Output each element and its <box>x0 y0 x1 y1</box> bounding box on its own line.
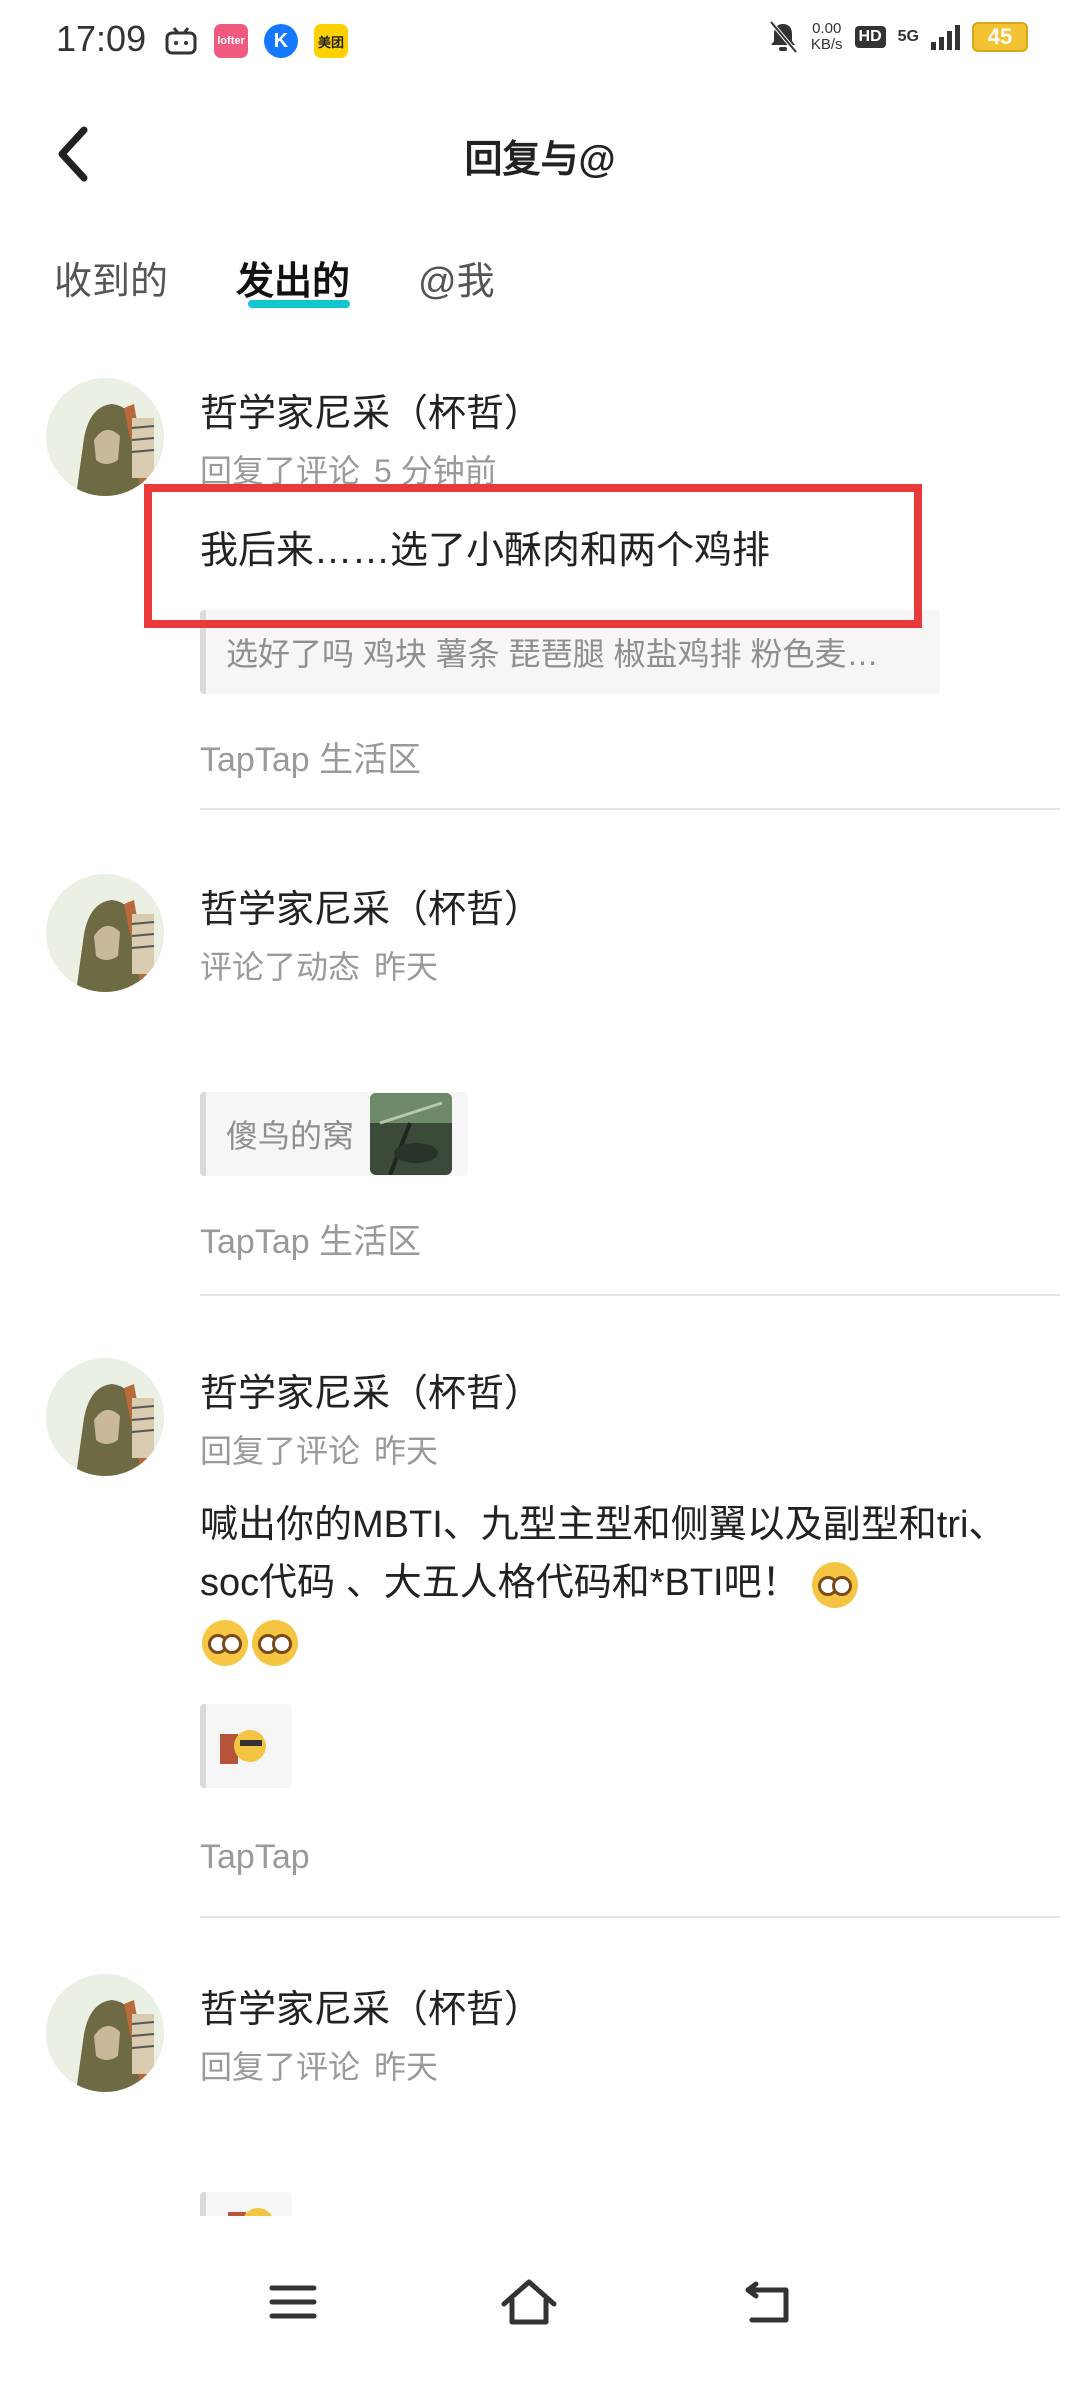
status-bar: 17:09 lofter K 美团 0.00 KB/s HD 5G 45 <box>0 0 1080 84</box>
status-time: 17:09 <box>56 18 147 59</box>
back-nav-icon <box>745 2281 789 2323</box>
avatar[interactable] <box>46 874 164 992</box>
tab-mentions[interactable]: @我 <box>418 250 495 305</box>
divider <box>200 808 1060 810</box>
item-meta: 回复了评论 昨天 <box>200 1433 439 1469</box>
quoted-sticker[interactable] <box>200 1704 292 1788</box>
hd-badge: HD <box>854 26 886 48</box>
home-button[interactable] <box>494 2272 564 2332</box>
post-thumbnail <box>370 1093 453 1175</box>
net-speed: 0.00 KB/s <box>810 20 843 53</box>
network-type: 5G <box>897 28 919 45</box>
tab-sent[interactable]: 发出的 <box>236 250 350 305</box>
emoji-icon <box>252 1619 298 1666</box>
username[interactable]: 哲学家尼采（杯哲） <box>200 878 542 933</box>
page-title: 回复与@ <box>464 139 616 181</box>
status-right: 0.00 KB/s HD 5G 45 <box>767 20 1028 54</box>
menu-button[interactable] <box>258 2272 328 2332</box>
source-label[interactable]: TapTap <box>200 1838 310 1877</box>
tab-received[interactable]: 收到的 <box>54 250 168 305</box>
meituan-icon: 美团 <box>314 24 348 58</box>
tab-active-indicator <box>248 300 350 308</box>
system-nav-bar <box>0 2216 1080 2388</box>
username[interactable]: 哲学家尼采（杯哲） <box>200 1978 542 2033</box>
divider <box>200 1916 1060 1918</box>
tab-bar: 收到的 发出的 @我 <box>0 250 1080 320</box>
avatar[interactable] <box>46 378 164 496</box>
reply-text: 喊出你的MBTI、九型主型和侧翼以及副型和tri、soc代码 、大五人格代码和*… <box>200 1496 1020 1670</box>
battery-icon: 45 <box>972 22 1028 52</box>
back-nav-button[interactable] <box>732 2272 802 2332</box>
bell-muted-icon <box>769 20 798 54</box>
avatar[interactable] <box>46 1974 164 2092</box>
highlight-box <box>144 484 922 628</box>
notification-icons: lofter K 美团 <box>164 24 348 58</box>
kugou-icon: K <box>264 24 298 58</box>
avatar[interactable] <box>46 1358 164 1476</box>
item-meta: 回复了评论 昨天 <box>200 2049 439 2085</box>
header: 回复与@ <box>0 100 1080 210</box>
home-icon <box>501 2279 557 2325</box>
quoted-post[interactable]: 傻鸟的窝 <box>200 1092 468 1176</box>
menu-icon <box>269 2285 317 2319</box>
emoji-icon <box>812 1561 859 1608</box>
sticker-icon <box>220 1730 266 1764</box>
bilibili-icon <box>164 24 198 58</box>
source-label[interactable]: TapTap 生活区 <box>200 1214 421 1263</box>
item-meta: 评论了动态 昨天 <box>200 949 439 985</box>
divider <box>200 1294 1060 1296</box>
source-label[interactable]: TapTap 生活区 <box>200 732 421 781</box>
lofter-icon: lofter <box>214 24 248 58</box>
username[interactable]: 哲学家尼采（杯哲） <box>200 1362 542 1417</box>
signal-icon <box>931 24 960 50</box>
emoji-icon <box>202 1619 248 1666</box>
username[interactable]: 哲学家尼采（杯哲） <box>200 382 542 437</box>
